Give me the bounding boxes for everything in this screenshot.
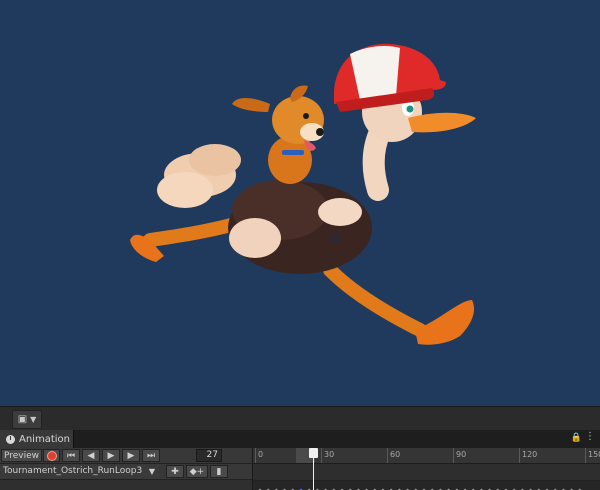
add-event-button[interactable]: ▮ — [210, 465, 228, 478]
track-list-header — [0, 480, 252, 490]
clip-name: Tournament_Ostrich_RunLoop3 — [3, 466, 143, 476]
event-icon: ▮ — [216, 466, 222, 477]
add-keyframe-button[interactable]: ◆+ — [186, 465, 208, 478]
skip-back-icon: ⏮ — [66, 450, 76, 461]
filter-icon: ✚ — [171, 466, 179, 477]
ruler-tick-label: 120 — [522, 450, 538, 459]
ruler-tick — [453, 448, 454, 463]
ruler-tick-label: 0 — [258, 450, 264, 459]
first-key-button[interactable]: ⏮ — [62, 449, 80, 462]
more-options-icon[interactable]: ⋮ — [585, 432, 595, 442]
clip-dropdown[interactable]: Tournament_Ostrich_RunLoop3 ▼ — [1, 465, 159, 478]
summary-track[interactable] — [253, 464, 600, 481]
play-icon: ▶ — [107, 450, 115, 461]
ruler-tick-label: 90 — [456, 450, 467, 459]
playhead-handle[interactable] — [309, 448, 318, 458]
panel-tab-bar: Animation 🔒 ⋮ — [0, 430, 600, 449]
ruler-tick-label: 30 — [324, 450, 335, 459]
playhead-line — [313, 458, 314, 490]
ruler-tick — [519, 448, 520, 463]
ruler-tick-label: 150 — [588, 450, 600, 459]
keyframe-row[interactable] — [253, 481, 600, 490]
last-key-button[interactable]: ⏭ — [142, 449, 160, 462]
tab-animation[interactable]: Animation — [0, 430, 74, 448]
scene-toolbar: ▣ ▼ — [0, 406, 600, 431]
lock-icon[interactable]: 🔒 — [571, 433, 582, 443]
character-illustration — [130, 43, 476, 345]
chevron-down-icon: ▼ — [30, 415, 37, 424]
camera-icon: ▣ — [17, 414, 28, 425]
timeline[interactable]: 0 30 60 90 120 150 — [252, 448, 600, 490]
current-frame-field[interactable]: 27 — [196, 449, 222, 462]
clip-row: Tournament_Ostrich_RunLoop3 ▼ ✚ ◆+ ▮ — [0, 464, 252, 480]
playback-controls: Preview ⏮ ◀ ▶ ▶ ⏭ 27 — [0, 448, 252, 464]
animation-panel: Animation 🔒 ⋮ Preview ⏮ ◀ ▶ ▶ ⏭ 27 Tourn… — [0, 430, 600, 490]
camera-dropdown-button[interactable]: ▣ ▼ — [12, 410, 42, 429]
filter-by-selection-button[interactable]: ✚ — [166, 465, 184, 478]
record-icon — [46, 450, 57, 461]
ruler-tick — [255, 448, 256, 463]
tab-animation-label: Animation — [19, 433, 70, 445]
timeline-ruler[interactable]: 0 30 60 90 120 150 — [253, 448, 600, 464]
ruler-tick-label: 60 — [390, 450, 401, 459]
add-key-icon: ◆+ — [189, 466, 205, 477]
clock-icon — [6, 434, 15, 444]
chevron-down-icon: ▼ — [148, 467, 155, 476]
step-forward-icon: ▶ — [127, 450, 135, 461]
step-back-icon: ◀ — [87, 450, 95, 461]
ruler-tick — [387, 448, 388, 463]
ruler-tick — [321, 448, 322, 463]
play-button[interactable]: ▶ — [102, 449, 120, 462]
next-key-button[interactable]: ▶ — [122, 449, 140, 462]
record-button[interactable] — [43, 449, 60, 462]
prev-key-button[interactable]: ◀ — [82, 449, 100, 462]
ruler-tick — [585, 448, 586, 463]
scene-view[interactable] — [0, 0, 600, 406]
preview-button[interactable]: Preview — [1, 449, 42, 462]
skip-forward-icon: ⏭ — [146, 450, 156, 461]
